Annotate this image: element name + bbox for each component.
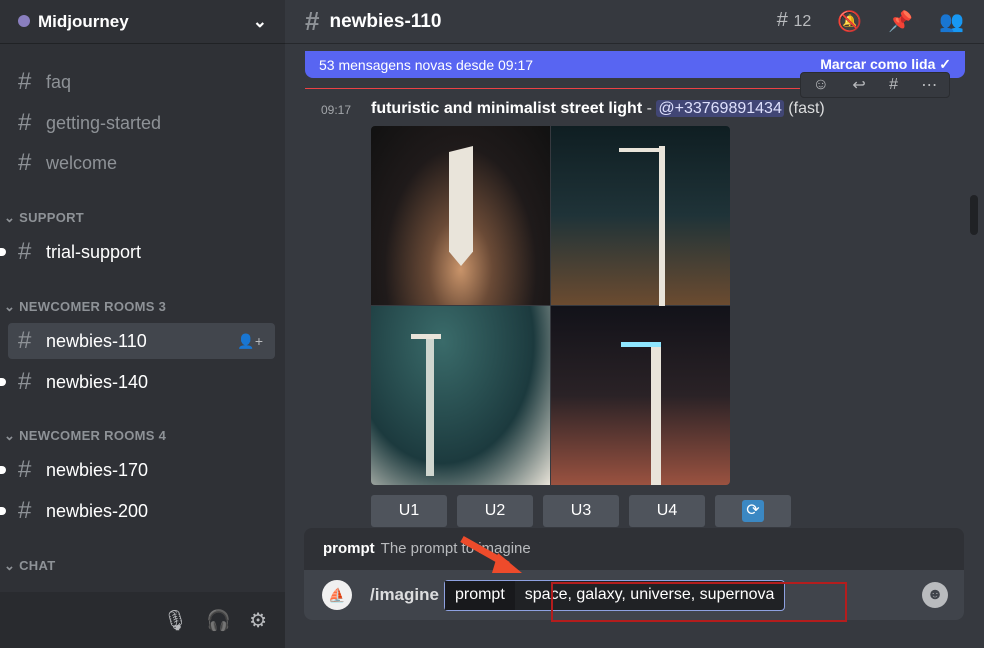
new-messages-divider: [305, 88, 805, 89]
category-newcomer-rooms-3[interactable]: ⌄ NEWCOMER ROOMS 3: [4, 299, 166, 315]
message-text: futuristic and minimalist street light -…: [371, 100, 825, 117]
channel-welcome[interactable]: # welcome: [8, 145, 275, 181]
upscale-buttons: U1 U2 U3 U4 ⟳: [371, 495, 791, 527]
scrollbar-thumb[interactable]: [970, 195, 978, 235]
chevron-down-icon: ⌄: [252, 11, 267, 31]
headphones-icon[interactable]: 🎧: [206, 608, 231, 633]
generated-image-2[interactable]: [551, 126, 730, 306]
message-timestamp: 09:17: [321, 103, 352, 117]
annotation-arrow-icon: [460, 535, 522, 573]
mute-bell-icon[interactable]: 🔕: [837, 9, 862, 34]
chat-area: # newbies-110 # 12 🔕 📌 👥 53 mensagens no…: [285, 0, 984, 648]
reply-icon[interactable]: ↩: [852, 75, 865, 95]
emoji-icon[interactable]: ☻: [922, 582, 948, 608]
message-toolbar: ☺ ↩ # ⋯: [800, 72, 950, 98]
user-controls: 🎙 🎧 ⚙: [0, 592, 285, 648]
generated-image-3[interactable]: [371, 306, 550, 485]
thread-icon[interactable]: #: [889, 76, 898, 94]
gear-icon[interactable]: ⚙: [249, 608, 267, 633]
threads-icon[interactable]: # 12: [777, 9, 811, 34]
refresh-icon: ⟳: [742, 500, 764, 522]
u2-button[interactable]: U2: [457, 495, 533, 527]
command-autocomplete: prompt The prompt to imagine ⛵ /imagine p…: [304, 528, 964, 622]
highlight-box: [551, 582, 847, 622]
midjourney-bot-avatar: ⛵: [322, 580, 352, 610]
slash-command: /imagine: [370, 585, 439, 604]
reroll-button[interactable]: ⟳: [715, 495, 791, 527]
channel-sidebar: Midjourney ⌄ # faq # getting-started # welco…: [0, 0, 285, 648]
u1-button[interactable]: U1: [371, 495, 447, 527]
hash-icon: #: [18, 238, 32, 265]
channel-newbies-110[interactable]: # newbies-110 👤+: [8, 323, 275, 359]
category-chat[interactable]: ⌄ CHAT: [4, 558, 55, 574]
channel-trial-support[interactable]: # trial-support: [0, 234, 275, 270]
generated-image-4[interactable]: [551, 306, 730, 485]
channel-faq[interactable]: # faq: [8, 64, 275, 100]
channel-header: # newbies-110 # 12 🔕 📌 👥: [285, 0, 984, 44]
members-icon[interactable]: 👥: [939, 9, 964, 34]
locked-hash-icon: #: [18, 327, 32, 354]
channel-title: newbies-110: [329, 10, 442, 32]
generated-image-1[interactable]: [371, 126, 550, 305]
hash-icon: #: [18, 109, 32, 136]
more-icon[interactable]: ⋯: [921, 75, 937, 95]
u3-button[interactable]: U3: [543, 495, 619, 527]
server-logo: [18, 14, 30, 27]
locked-hash-icon: #: [305, 6, 320, 36]
locked-hash-icon: #: [18, 368, 32, 395]
channel-newbies-170[interactable]: # newbies-170: [0, 452, 275, 488]
user-mention[interactable]: @+33769891434: [656, 100, 784, 117]
channel-newbies-140[interactable]: # newbies-140: [0, 364, 275, 400]
mark-as-read-button[interactable]: Marcar como lida ✓: [820, 56, 951, 73]
channel-getting-started[interactable]: # getting-started: [8, 105, 275, 141]
hash-icon: #: [18, 68, 32, 95]
u4-button[interactable]: U4: [629, 495, 705, 527]
add-reaction-icon[interactable]: ☺: [813, 76, 829, 94]
pin-icon[interactable]: 📌: [888, 9, 913, 34]
category-support[interactable]: ⌄ SUPPORT: [4, 210, 84, 226]
invite-user-icon[interactable]: 👤+: [237, 333, 263, 350]
channel-newbies-200[interactable]: # newbies-200: [0, 493, 275, 529]
image-grid[interactable]: [371, 126, 730, 485]
hash-icon: #: [18, 149, 32, 176]
microphone-icon[interactable]: 🎙: [163, 608, 188, 633]
locked-hash-icon: #: [18, 497, 32, 524]
locked-hash-icon: #: [18, 456, 32, 483]
server-header[interactable]: Midjourney ⌄: [0, 0, 285, 44]
category-newcomer-rooms-4[interactable]: ⌄ NEWCOMER ROOMS 4: [4, 428, 166, 444]
